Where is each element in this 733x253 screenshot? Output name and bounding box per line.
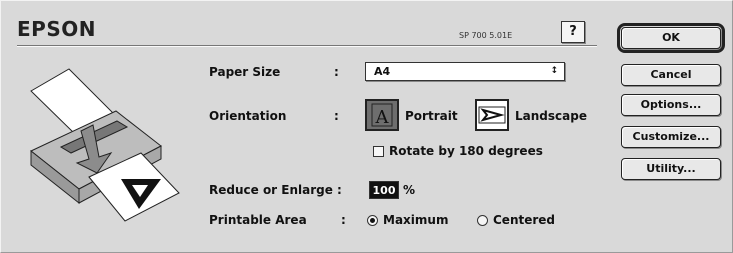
printable-area-colon: : [341, 213, 346, 227]
printable-area-label: Printable Area [209, 213, 307, 227]
header-divider [17, 45, 597, 47]
cancel-button[interactable]: Cancel [621, 64, 721, 86]
customize-button[interactable]: Customize... [621, 126, 721, 148]
paper-size-colon: : [334, 65, 339, 79]
chevron-updown-icon: ↕ [550, 66, 558, 76]
portrait-label[interactable]: Portrait [405, 109, 458, 123]
centered-radio[interactable] [477, 215, 488, 226]
landscape-label[interactable]: Landscape [515, 109, 587, 123]
landscape-orientation-icon[interactable] [475, 99, 509, 131]
paper-size-select[interactable]: A4 ↕ [365, 62, 565, 81]
rotate-label[interactable]: Rotate by 180 degrees [389, 144, 543, 158]
options-button[interactable]: Options... [621, 94, 721, 116]
svg-text:A: A [375, 107, 390, 128]
orientation-label: Orientation [209, 109, 287, 123]
model-version: SP 700 5.01E [459, 31, 513, 40]
orientation-colon: : [334, 109, 339, 123]
ok-button[interactable]: OK [617, 23, 725, 53]
paper-size-label: Paper Size [209, 65, 281, 79]
reduce-enlarge-label: Reduce or Enlarge : [209, 183, 342, 197]
help-button[interactable]: ? [561, 21, 585, 43]
rotate-checkbox[interactable] [373, 146, 384, 157]
brand-logo: EPSON [17, 17, 96, 41]
page-setup-dialog: EPSON SP 700 5.01E ? Paper Size : A4 ↕ O… [0, 0, 733, 253]
reduce-enlarge-input[interactable]: 100 [369, 181, 399, 199]
maximum-label[interactable]: Maximum [383, 213, 448, 227]
percent-unit: % [403, 183, 416, 197]
paper-size-value: A4 [374, 65, 391, 78]
centered-label[interactable]: Centered [493, 213, 555, 227]
utility-button[interactable]: Utility... [621, 158, 721, 180]
printer-illustration-icon [30, 68, 180, 222]
portrait-orientation-icon[interactable]: A [365, 99, 399, 131]
maximum-radio[interactable] [367, 215, 378, 226]
